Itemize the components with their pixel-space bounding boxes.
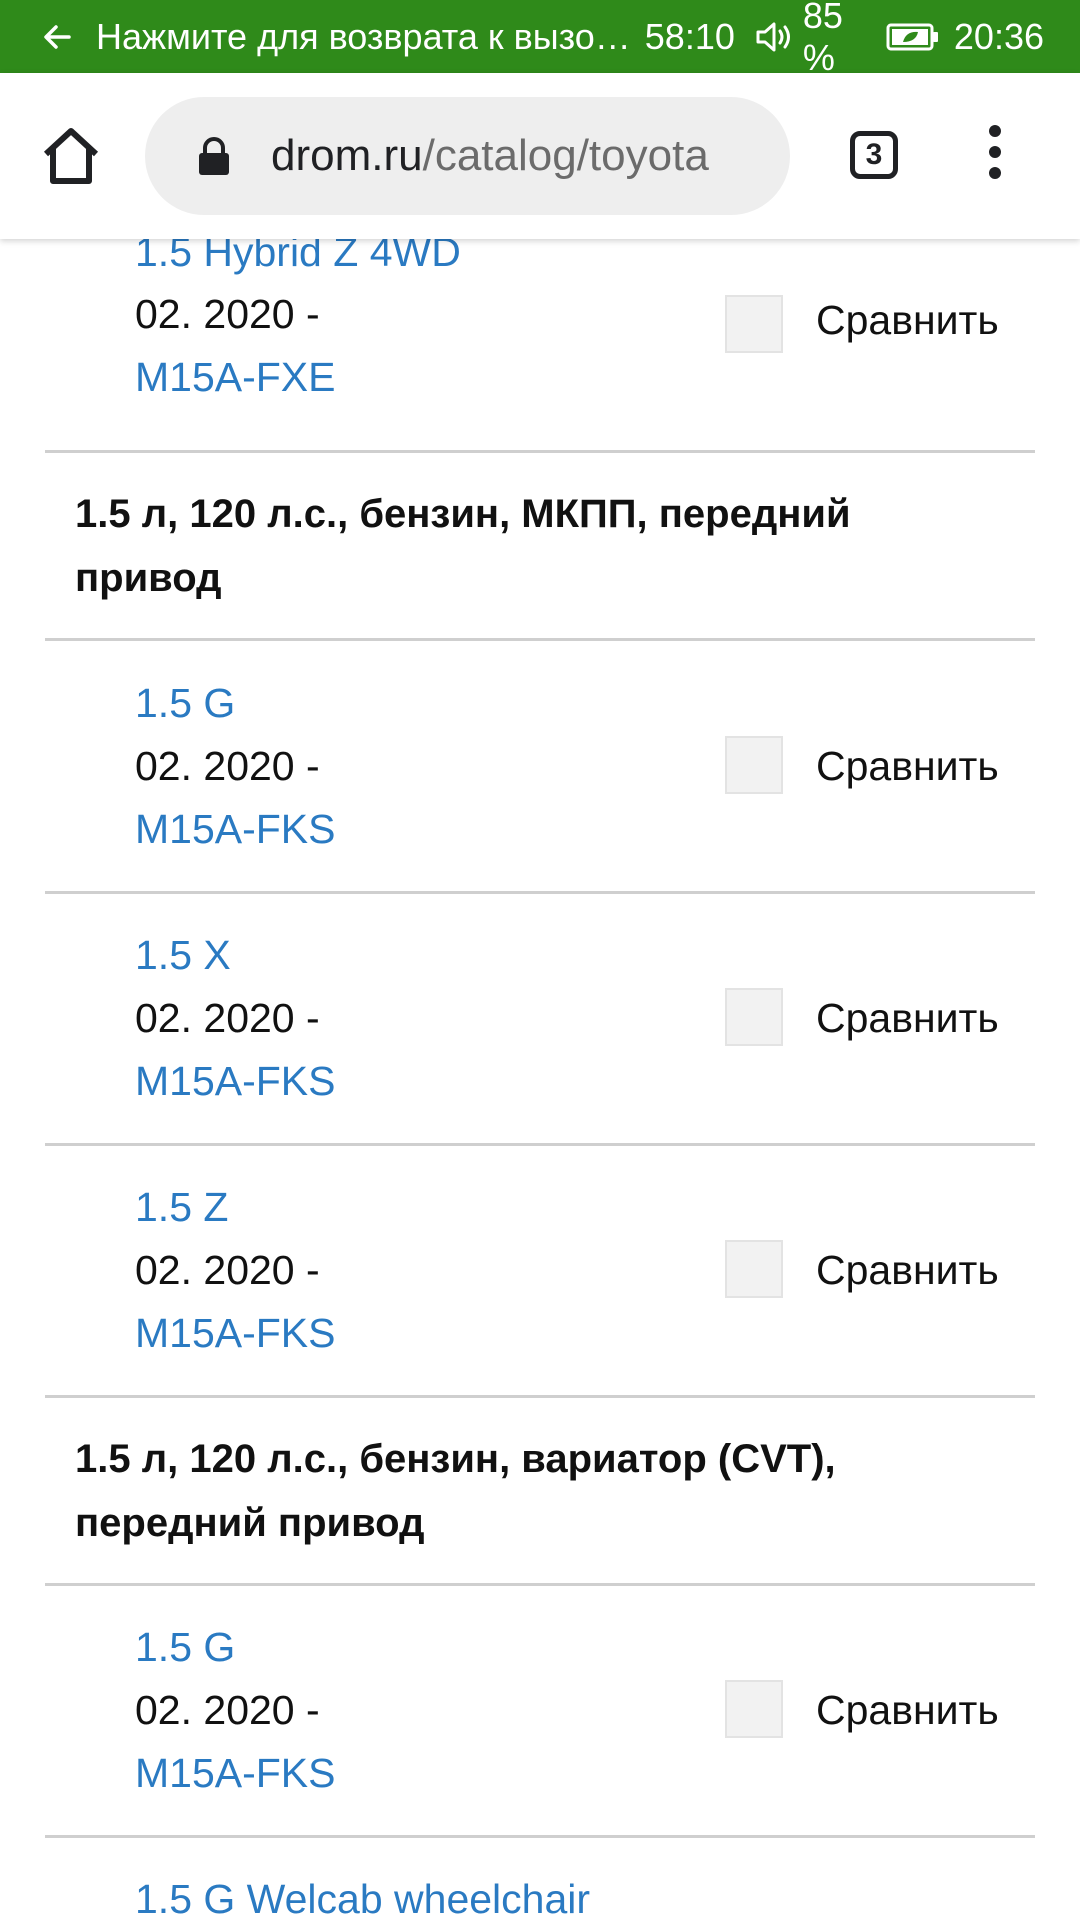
divider — [45, 638, 1035, 641]
trim-link[interactable]: 1.5 G — [135, 680, 235, 727]
overflow-menu-icon[interactable] — [980, 125, 1010, 185]
engine-link[interactable]: M15A-FXE — [135, 354, 336, 401]
engine-link[interactable]: M15A-FKS — [135, 806, 336, 853]
compare-checkbox[interactable] — [725, 1240, 783, 1298]
group-heading: 1.5 л, 120 л.с., бензин, МКПП, передний … — [75, 492, 851, 600]
compare-checkbox[interactable] — [725, 736, 783, 794]
browser-toolbar: drom.ru/catalog/toyota 3 — [0, 73, 1080, 239]
engine-link[interactable]: M15A-FKS — [135, 1750, 336, 1797]
return-to-call-text[interactable]: Нажмите для возврата к вызо… — [96, 16, 631, 58]
compare-label[interactable]: Сравнить — [816, 995, 999, 1042]
compare-label[interactable]: Сравнить — [816, 743, 999, 790]
engine-link[interactable]: M15A-FKS — [135, 1058, 336, 1105]
divider — [45, 1143, 1035, 1146]
group-heading: 1.5 л, 120 л.с., бензин, вариатор (CVT),… — [75, 1437, 836, 1545]
compare-label[interactable]: Сравнить — [816, 297, 999, 344]
tab-count: 3 — [865, 138, 883, 171]
back-arrow-icon — [42, 20, 72, 54]
production-date: 02. 2020 - — [135, 743, 320, 789]
trim-link[interactable]: 1.5 G — [135, 1624, 235, 1671]
production-date: 02. 2020 - — [135, 995, 320, 1041]
home-icon[interactable] — [40, 125, 102, 187]
battery-percent: 85 % — [802, 0, 843, 78]
call-timer: 58:10 — [644, 15, 735, 57]
divider — [45, 891, 1035, 894]
url-text[interactable]: drom.ru/catalog/toyota — [271, 97, 781, 215]
engine-link[interactable]: M15A-FKS — [135, 1310, 336, 1357]
status-bar[interactable]: Нажмите для возврата к вызо… 58:10 85 % … — [0, 0, 1080, 78]
trim-link[interactable]: 1.5 G Welcab wheelchair — [135, 1876, 590, 1923]
trim-link[interactable]: 1.5 Z — [135, 1184, 228, 1231]
production-date: 02. 2020 - — [135, 1687, 320, 1733]
lock-icon — [197, 137, 231, 177]
compare-label[interactable]: Сравнить — [816, 1687, 999, 1734]
compare-checkbox[interactable] — [725, 295, 783, 353]
divider — [45, 450, 1035, 453]
address-bar[interactable]: drom.ru/catalog/toyota — [145, 97, 790, 215]
compare-label[interactable]: Сравнить — [816, 1247, 999, 1294]
compare-checkbox[interactable] — [725, 1680, 783, 1738]
trim-link[interactable]: 1.5 X — [135, 932, 231, 979]
volume-icon — [755, 20, 795, 54]
compare-checkbox[interactable] — [725, 988, 783, 1046]
production-date: 02. 2020 - — [135, 291, 320, 337]
divider — [45, 1583, 1035, 1586]
clock: 20:36 — [953, 15, 1044, 57]
battery-saver-icon — [886, 22, 940, 52]
divider — [45, 1835, 1035, 1838]
production-date: 02. 2020 - — [135, 1247, 320, 1293]
tab-switcher-button[interactable]: 3 — [850, 131, 898, 179]
divider — [45, 1395, 1035, 1398]
